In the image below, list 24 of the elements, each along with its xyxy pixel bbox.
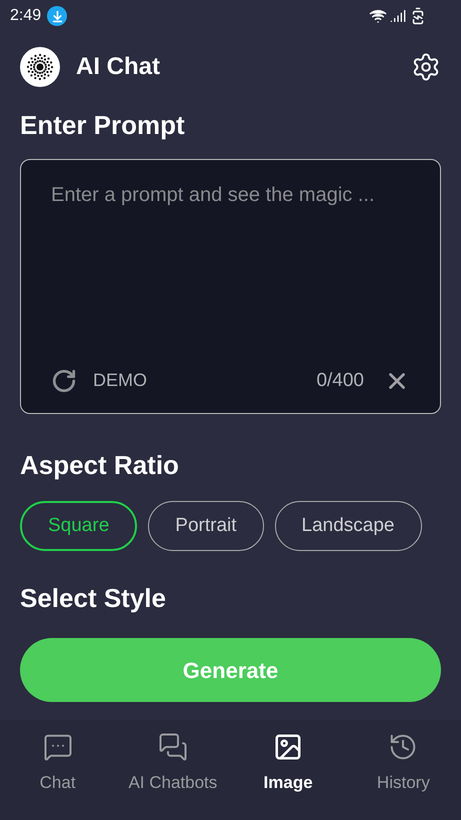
refresh-icon [51, 368, 77, 394]
section-title: Select Style [20, 582, 167, 615]
section-title: Aspect Ratio [20, 449, 180, 482]
aspect-chip[interactable]: Portrait [148, 501, 264, 551]
image-icon [273, 732, 304, 762]
app-title: AI Chat [76, 52, 160, 82]
section-title: Enter Prompt [20, 109, 186, 142]
demo-button[interactable]: DEMO [51, 367, 147, 394]
status-time: 2:49 [10, 6, 42, 26]
character-counter: 0/400 [316, 368, 364, 392]
signal-icon [390, 8, 406, 24]
chat-bubbles-icon [158, 732, 188, 762]
nav-tab[interactable]: Chat [0, 732, 116, 796]
nav-tab[interactable]: AI Chatbots [115, 732, 230, 796]
prompt-field[interactable]: Enter a prompt and see the magic ... DEMO 0/400 [20, 159, 441, 414]
chat-bubble-icon [42, 732, 73, 762]
aspect-chip[interactable]: Landscape [274, 501, 422, 551]
aspect-chip[interactable]: Square [20, 501, 138, 551]
wifi-icon [369, 7, 387, 25]
nav-tab[interactable]: History [346, 732, 461, 796]
download-icon [47, 6, 68, 26]
logo-icon [20, 47, 60, 87]
settings-button[interactable] [411, 52, 441, 82]
nav-tab[interactable]: Image [230, 732, 346, 796]
